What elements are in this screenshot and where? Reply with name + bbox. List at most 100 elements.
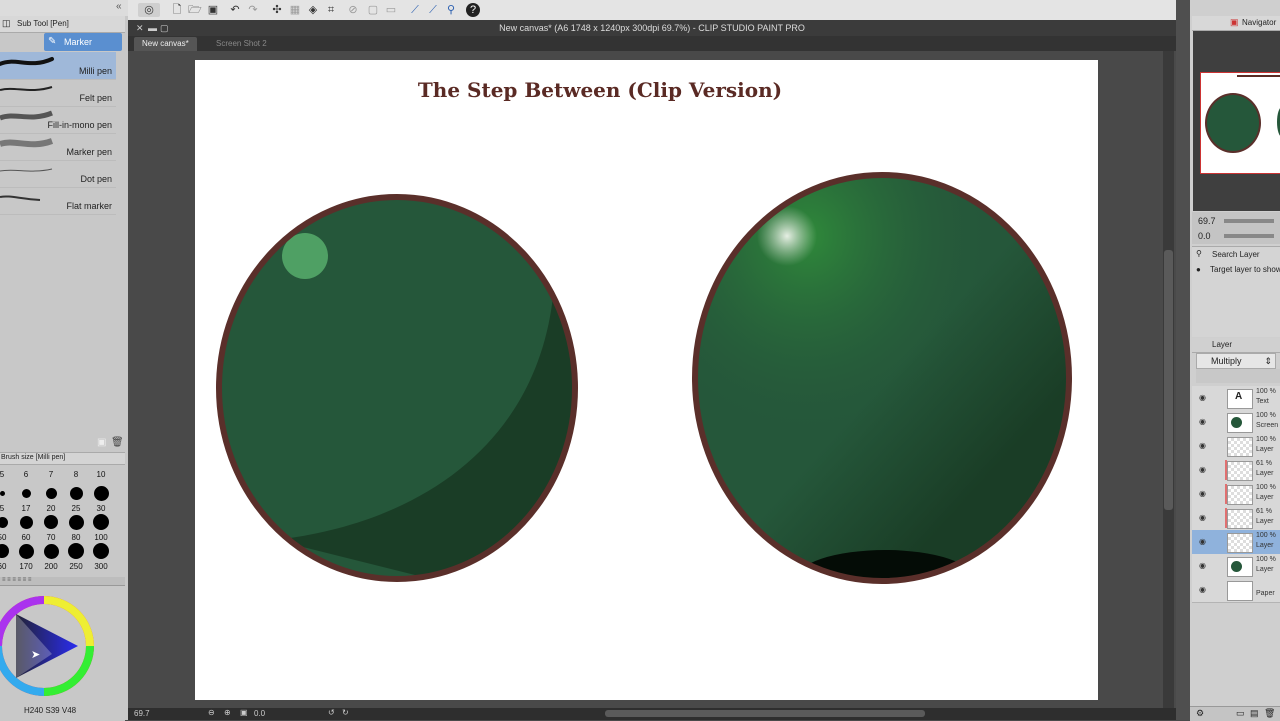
- transform-icon[interactable]: ◈: [306, 3, 320, 17]
- brush-size-value[interactable]: 70: [39, 533, 63, 542]
- layer-row[interactable]: ◉ 61 % Layer: [1192, 458, 1280, 483]
- layer-row[interactable]: ◉ 100 % Screen Shot: [1192, 410, 1280, 435]
- brush-size-dot[interactable]: [69, 486, 83, 500]
- color-wheel[interactable]: [0, 594, 96, 698]
- brush-size-dot[interactable]: [19, 515, 33, 529]
- zoom-in-icon[interactable]: ⊕: [224, 708, 231, 717]
- brush-size-dot[interactable]: [93, 543, 109, 559]
- redo-icon[interactable]: ↷: [246, 3, 260, 17]
- brush-size-dot[interactable]: [0, 490, 5, 496]
- snap-ruler-icon[interactable]: ⟋: [408, 3, 422, 17]
- brush-size-dot[interactable]: [18, 543, 34, 559]
- brush-size-value[interactable]: 60: [0, 562, 14, 571]
- brush-size-value[interactable]: 7: [39, 470, 63, 479]
- brush-size-value[interactable]: 60: [14, 533, 38, 542]
- nav-rotation-value[interactable]: 0.0: [1198, 231, 1211, 241]
- brush-size-value[interactable]: 300: [89, 562, 113, 571]
- brush-size-dot[interactable]: [21, 488, 31, 498]
- brush-size-dot[interactable]: [68, 543, 84, 559]
- brush-size-dot[interactable]: [44, 515, 58, 529]
- brush-size-dot[interactable]: [0, 544, 9, 558]
- brush-item-milli-pen[interactable]: Milli pen: [0, 52, 116, 80]
- brush-size-value[interactable]: 5: [0, 470, 14, 479]
- canvas-paper[interactable]: The Step Between (Clip Version): [195, 60, 1098, 700]
- eye-icon[interactable]: ◉: [1199, 513, 1206, 522]
- delete-layer-icon[interactable]: 🗑: [1264, 708, 1275, 719]
- brush-size-dot[interactable]: [93, 514, 109, 530]
- eye-icon[interactable]: ◉: [1199, 465, 1206, 474]
- brush-size-value[interactable]: 50: [0, 533, 14, 542]
- new-subtool-icon[interactable]: ▣: [97, 437, 106, 448]
- new-layer-icon[interactable]: ▭: [1236, 708, 1245, 719]
- eye-icon[interactable]: ◉: [1199, 585, 1206, 594]
- eye-icon[interactable]: ◉: [1199, 417, 1206, 426]
- scale-icon[interactable]: ⌗: [324, 3, 338, 17]
- rotate-right-icon[interactable]: ↻: [342, 708, 349, 717]
- tab-screen-shot[interactable]: Screen Shot 2: [208, 37, 275, 51]
- horizontal-scroll-thumb[interactable]: [605, 710, 925, 717]
- blend-mode-select[interactable]: Multiply ⇕: [1196, 353, 1276, 369]
- new-file-icon[interactable]: 🗋: [170, 3, 184, 17]
- delete-subtool-icon[interactable]: 🗑: [111, 437, 124, 448]
- clip-studio-icon[interactable]: ◎: [138, 3, 160, 17]
- layer-settings-icon[interactable]: ⚙: [1196, 708, 1204, 719]
- new-folder-icon[interactable]: ▤: [1250, 708, 1259, 719]
- close-canvas-icon[interactable]: ✕: [136, 20, 144, 36]
- clear-icon[interactable]: ✣: [270, 3, 284, 17]
- brush-size-value[interactable]: 8: [64, 470, 88, 479]
- search-layer-label[interactable]: Search Layer: [1212, 250, 1260, 259]
- brush-item-fill-in-mono-pen[interactable]: Fill-in-mono pen: [0, 106, 116, 134]
- brush-size-value[interactable]: 10: [89, 470, 113, 479]
- layer-row[interactable]: ◉ 61 % Layer: [1192, 506, 1280, 531]
- marker-group-tab[interactable]: ✎ Marker: [44, 33, 122, 51]
- zoom-out-icon[interactable]: ⊖: [208, 708, 215, 717]
- invert-icon[interactable]: ▢: [366, 3, 380, 17]
- snap-grid-icon[interactable]: ⚲: [444, 3, 458, 17]
- layer-row[interactable]: ◉ 100 % Layer: [1192, 530, 1280, 555]
- brush-item-flat-marker[interactable]: Flat marker: [0, 187, 116, 215]
- collapse-left-icon[interactable]: «: [116, 1, 122, 12]
- navigator-thumbnail[interactable]: [1200, 72, 1280, 174]
- open-file-icon[interactable]: 🗁: [188, 3, 202, 17]
- brush-size-value[interactable]: 170: [14, 562, 38, 571]
- fit-icon[interactable]: ▣: [240, 708, 248, 717]
- layer-row[interactable]: ◉ A 100 % Text: [1192, 386, 1280, 411]
- layer-opacity-row[interactable]: [1196, 369, 1280, 383]
- brush-size-dot[interactable]: [93, 485, 109, 501]
- brush-size-value[interactable]: 80: [64, 533, 88, 542]
- maximize-canvas-icon[interactable]: ▢: [160, 20, 169, 36]
- brush-size-value[interactable]: 250: [64, 562, 88, 571]
- undo-icon[interactable]: ↶: [228, 3, 242, 17]
- brush-size-value[interactable]: 30: [89, 504, 113, 513]
- tab-new-canvas[interactable]: New canvas*: [134, 37, 197, 51]
- crop-icon[interactable]: ▭: [384, 3, 398, 17]
- brush-size-value[interactable]: 6: [14, 470, 38, 479]
- save-icon[interactable]: ▣: [206, 3, 220, 17]
- brush-size-value[interactable]: 17: [14, 504, 38, 513]
- eye-icon[interactable]: ◉: [1199, 561, 1206, 570]
- rotate-left-icon[interactable]: ↺: [328, 708, 335, 717]
- fill-icon[interactable]: ▦: [288, 3, 302, 17]
- rotation-readout[interactable]: 0.0: [254, 709, 265, 718]
- layer-row[interactable]: ◉ Paper: [1192, 578, 1280, 603]
- brush-size-value[interactable]: 200: [39, 562, 63, 571]
- eye-icon[interactable]: ◉: [1199, 489, 1206, 498]
- help-icon[interactable]: ?: [466, 3, 480, 17]
- brush-size-dot[interactable]: [68, 514, 84, 530]
- nav-zoom-value[interactable]: 69.7: [1198, 216, 1216, 226]
- brush-item-marker-pen[interactable]: Marker pen: [0, 133, 116, 161]
- brush-size-value[interactable]: 5: [0, 504, 14, 513]
- minimize-canvas-icon[interactable]: ▬: [148, 20, 157, 36]
- brush-item-dot-pen[interactable]: Dot pen: [0, 160, 116, 188]
- eye-icon[interactable]: ◉: [1199, 537, 1206, 546]
- layer-row[interactable]: ◉ 100 % Layer: [1192, 434, 1280, 459]
- brush-size-dot[interactable]: [43, 543, 59, 559]
- brush-size-dot[interactable]: [45, 487, 57, 499]
- layer-row[interactable]: ◉ 100 % Layer: [1192, 554, 1280, 579]
- zoom-readout[interactable]: 69.7: [134, 709, 150, 718]
- brush-item-felt-pen[interactable]: Felt pen: [0, 79, 116, 107]
- color-cursor-icon[interactable]: ➤: [31, 648, 40, 661]
- brush-size-dot[interactable]: [0, 516, 8, 528]
- vertical-scroll-thumb[interactable]: [1164, 250, 1173, 510]
- eye-icon[interactable]: ◉: [1199, 393, 1206, 402]
